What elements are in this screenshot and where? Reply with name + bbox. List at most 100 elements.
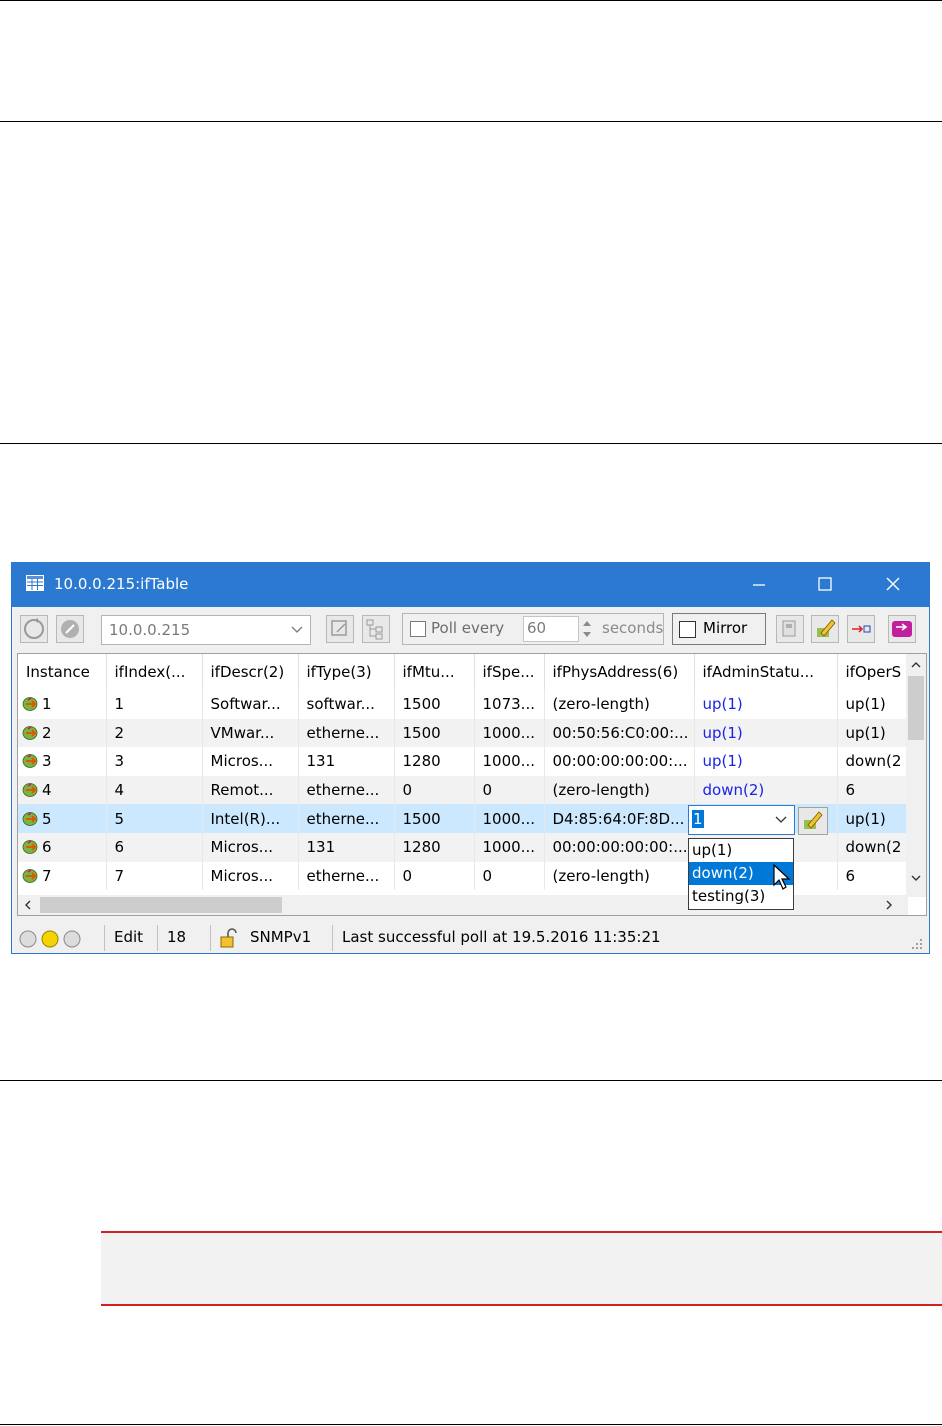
table-cell[interactable]: 1000... — [474, 832, 545, 862]
table-cell[interactable]: 1000... — [474, 718, 545, 748]
address-combo[interactable]: 10.0.0.215 — [101, 615, 311, 645]
chevron-down-icon[interactable] — [774, 815, 788, 825]
poll-checkbox[interactable] — [410, 621, 426, 637]
table-cell[interactable]: Remot... — [202, 775, 299, 805]
table-cell[interactable]: Micros... — [202, 747, 299, 776]
close-icon[interactable] — [870, 569, 916, 599]
view-button[interactable] — [888, 615, 916, 643]
edit-button[interactable] — [811, 615, 839, 643]
spinner-icon[interactable] — [580, 617, 594, 641]
table-cell[interactable]: (zero-length) — [544, 861, 695, 891]
table-cell[interactable]: 00:50:56:C0:00:... — [544, 718, 695, 748]
horizontal-scroll-thumb[interactable] — [40, 897, 282, 913]
tree-button[interactable] — [362, 615, 390, 643]
table-cell[interactable]: down(2 — [837, 747, 908, 776]
chevron-right-icon[interactable] — [884, 899, 894, 911]
table-cell[interactable]: 0 — [394, 861, 475, 891]
table-cell[interactable]: 6 — [837, 775, 908, 805]
column-header[interactable]: ifIndex(... — [106, 654, 203, 690]
dropdown-option[interactable]: up(1) — [689, 839, 793, 862]
vertical-scrollbar[interactable] — [906, 654, 926, 897]
table-cell[interactable]: etherne... — [298, 861, 395, 891]
table-row[interactable]: 3 3 Micros... 131 1280 1000... 00:00:00:00:00:… — [18, 747, 908, 776]
table-cell[interactable]: 2 — [18, 718, 107, 748]
table-cell[interactable]: Intel(R)... — [202, 804, 299, 833]
table-cell[interactable]: down(2 — [837, 832, 908, 862]
vertical-scroll-thumb[interactable] — [908, 676, 924, 740]
column-header[interactable]: ifSpe... — [474, 654, 545, 690]
table-row[interactable]: 1 1 Softwar... softwar... 1500 1073... (zero-l… — [18, 690, 908, 719]
table-cell[interactable]: VMwar... — [202, 718, 299, 748]
table-cell[interactable]: 00:00:00:00:00:... — [544, 747, 695, 776]
table-cell[interactable]: 00:00:00:00:00:... — [544, 832, 695, 862]
chevron-down-icon[interactable] — [910, 873, 922, 883]
table-cell[interactable]: 2 — [106, 718, 203, 748]
table-cell[interactable]: 6 — [18, 832, 107, 862]
table-cell[interactable]: 6 — [837, 861, 908, 891]
refresh-button[interactable] — [20, 615, 48, 643]
table-cell[interactable]: 1280 — [394, 747, 475, 776]
title-bar[interactable]: 10.0.0.215:ifTable — [12, 563, 929, 607]
table-cell[interactable]: 0 — [394, 775, 475, 805]
table-cell[interactable]: up(1) — [694, 747, 838, 776]
table-cell[interactable]: D4:85:64:0F:8D... — [544, 804, 695, 833]
chevron-up-icon[interactable] — [910, 660, 922, 670]
table-cell[interactable]: 0 — [474, 861, 545, 891]
table-cell[interactable]: etherne... — [298, 804, 395, 833]
table-cell[interactable]: 131 — [298, 832, 395, 862]
table-cell[interactable]: up(1) — [837, 718, 908, 748]
table-cell[interactable]: Softwar... — [202, 690, 299, 719]
column-header[interactable]: ifAdminStatu... — [694, 654, 838, 690]
table-cell[interactable]: softwar... — [298, 690, 395, 719]
table-row[interactable]: 2 2 VMwar... etherne... 1500 1000... 00:50:56:… — [18, 718, 908, 748]
table-cell[interactable]: up(1) — [694, 718, 838, 748]
search-button[interactable] — [326, 615, 354, 643]
column-header[interactable]: ifOperS — [837, 654, 908, 690]
table-cell[interactable]: 1 — [18, 690, 107, 719]
table-cell[interactable]: up(1) — [837, 690, 908, 719]
apply-edit-button[interactable] — [798, 807, 828, 835]
table-cell[interactable]: 0 — [474, 775, 545, 805]
table-cell[interactable]: 7 — [106, 861, 203, 891]
table-cell[interactable]: 1 — [106, 690, 203, 719]
table-cell[interactable]: etherne... — [298, 775, 395, 805]
table-cell[interactable]: 6 — [106, 832, 203, 862]
chevron-left-icon[interactable] — [23, 899, 33, 911]
table-cell[interactable]: 1073... — [474, 690, 545, 719]
table-cell[interactable]: up(1) — [694, 690, 838, 719]
table-cell[interactable]: etherne... — [298, 718, 395, 748]
table-cell[interactable]: Micros... — [202, 832, 299, 862]
table-cell[interactable]: 4 — [18, 775, 107, 805]
table-cell[interactable]: 1500 — [394, 690, 475, 719]
poll-interval-input[interactable]: 60 — [523, 616, 579, 642]
resize-grip-icon[interactable] — [910, 937, 924, 951]
minimize-icon[interactable] — [736, 569, 782, 599]
column-header[interactable]: ifType(3) — [298, 654, 395, 690]
table-row[interactable]: 4 4 Remot... etherne... 0 0 (zero-length) down(… — [18, 775, 908, 805]
copy-button[interactable] — [776, 615, 804, 643]
table-cell[interactable]: 3 — [106, 747, 203, 776]
table-cell[interactable]: 5 — [18, 804, 107, 833]
column-header[interactable]: ifPhysAddress(6) — [544, 654, 695, 690]
table-cell[interactable]: 4 — [106, 775, 203, 805]
table-cell[interactable]: 1500 — [394, 804, 475, 833]
table-cell[interactable]: (zero-length) — [544, 690, 695, 719]
table-cell[interactable]: 1500 — [394, 718, 475, 748]
table-cell[interactable]: 5 — [106, 804, 203, 833]
table-cell[interactable]: up(1) — [837, 804, 908, 833]
table-cell[interactable]: (zero-length) — [544, 775, 695, 805]
table-cell[interactable]: Micros... — [202, 861, 299, 891]
column-header[interactable]: ifDescr(2) — [202, 654, 299, 690]
admin-status-editor[interactable]: 1 — [688, 805, 795, 835]
column-header[interactable]: ifMtu... — [394, 654, 475, 690]
stop-button[interactable] — [56, 615, 84, 643]
table-cell[interactable]: 1280 — [394, 832, 475, 862]
maximize-icon[interactable] — [802, 569, 848, 599]
mirror-toggle[interactable]: Mirror — [672, 613, 766, 645]
column-header[interactable]: Instance — [18, 654, 107, 690]
table-cell[interactable]: down(2) — [694, 775, 838, 805]
table-cell[interactable]: 1000... — [474, 804, 545, 833]
export-button[interactable] — [847, 615, 875, 643]
table-cell[interactable]: 7 — [18, 861, 107, 891]
table-cell[interactable]: 3 — [18, 747, 107, 776]
